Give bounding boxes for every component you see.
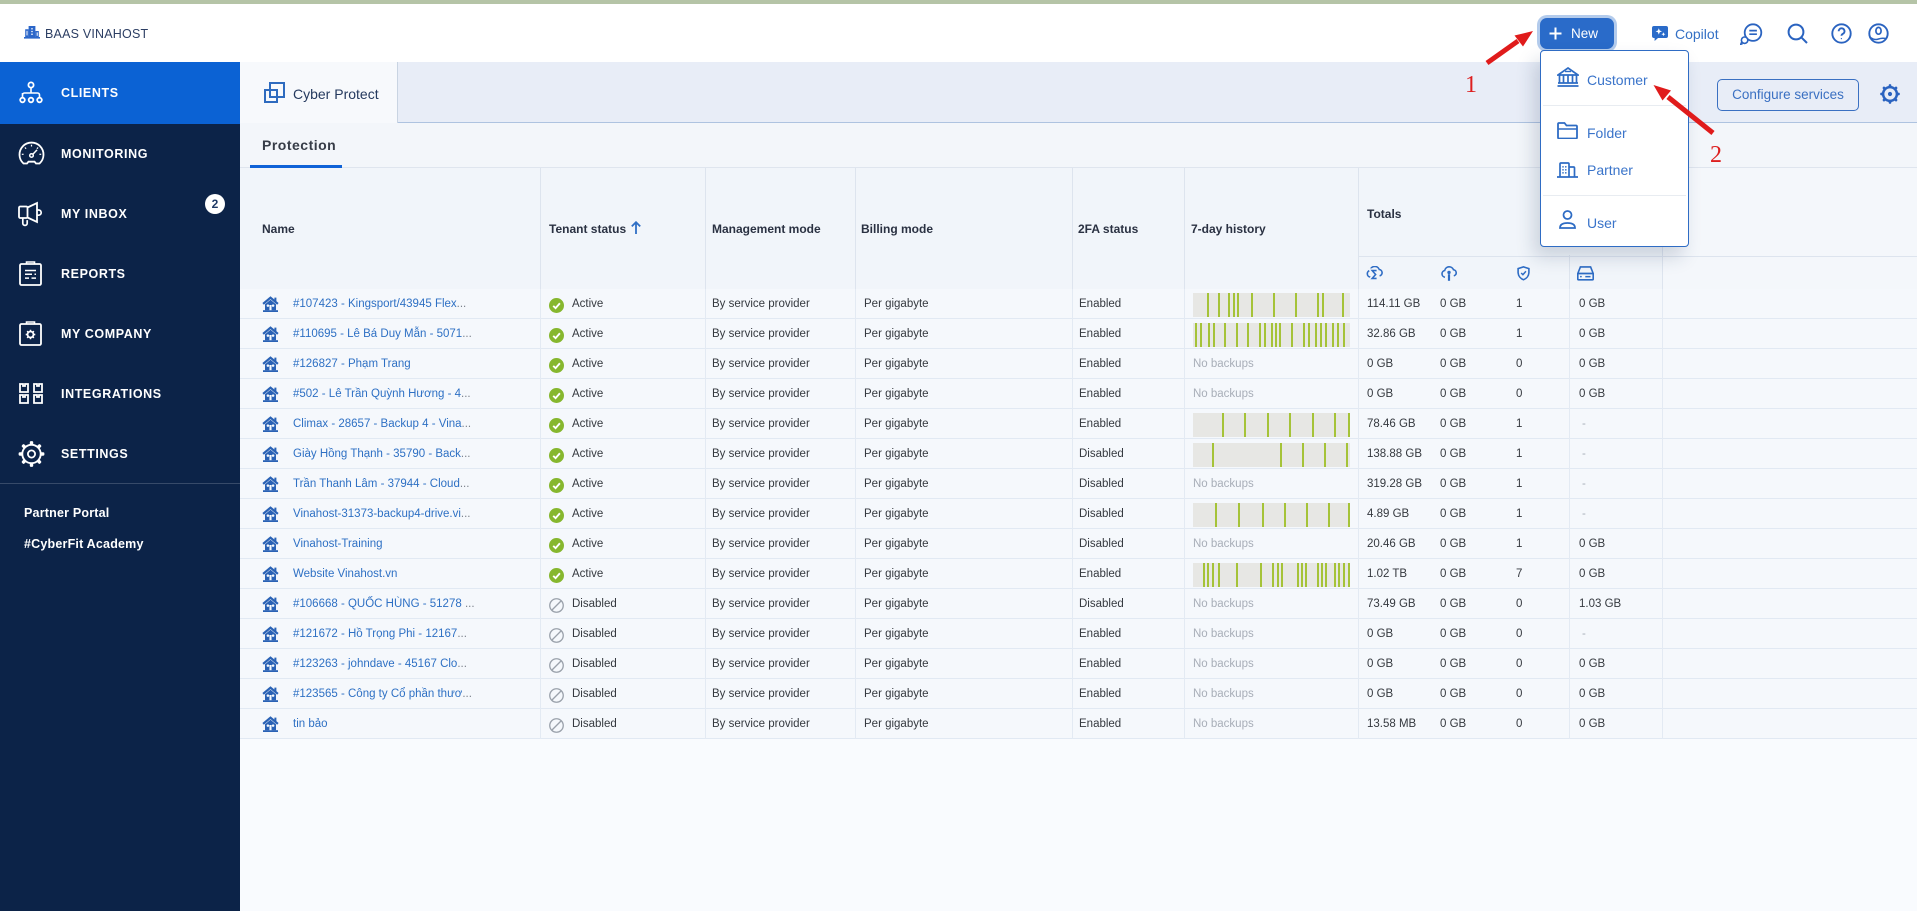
svg-text:2: 2	[1710, 142, 1722, 168]
svg-text:1: 1	[1465, 72, 1477, 98]
